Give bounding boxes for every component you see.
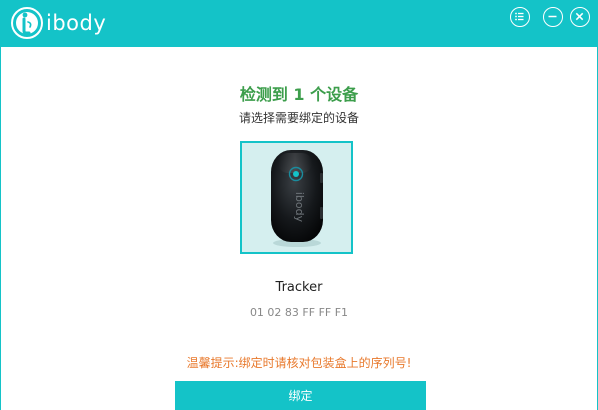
device-brand-text: ibody bbox=[293, 192, 306, 223]
menu-button[interactable] bbox=[510, 7, 530, 27]
close-icon bbox=[575, 12, 584, 21]
device-card[interactable]: ibody bbox=[240, 141, 353, 254]
ibody-logo-icon bbox=[11, 7, 43, 39]
page-subtitle: 请选择需要绑定的设备 bbox=[238, 111, 359, 125]
minimize-icon bbox=[548, 15, 557, 18]
device-name: Tracker bbox=[275, 280, 323, 295]
page-title: 检测到 1 个设备 bbox=[239, 85, 359, 104]
tip-message: 温馨提示:绑定时请核对包装盒上的序列号! bbox=[186, 356, 412, 370]
app-logo: ibody bbox=[10, 6, 106, 40]
title-bar: ibody bbox=[0, 0, 598, 47]
app-logo-text: ibody bbox=[46, 11, 107, 35]
menu-list-icon bbox=[515, 12, 524, 21]
minimize-button[interactable] bbox=[543, 7, 563, 27]
tracker-device-image: ibody bbox=[271, 150, 323, 247]
device-serial-number: 01 02 83 FF FF F1 bbox=[249, 306, 349, 319]
close-button[interactable] bbox=[570, 7, 590, 27]
bind-button[interactable]: 绑定 bbox=[175, 381, 426, 410]
